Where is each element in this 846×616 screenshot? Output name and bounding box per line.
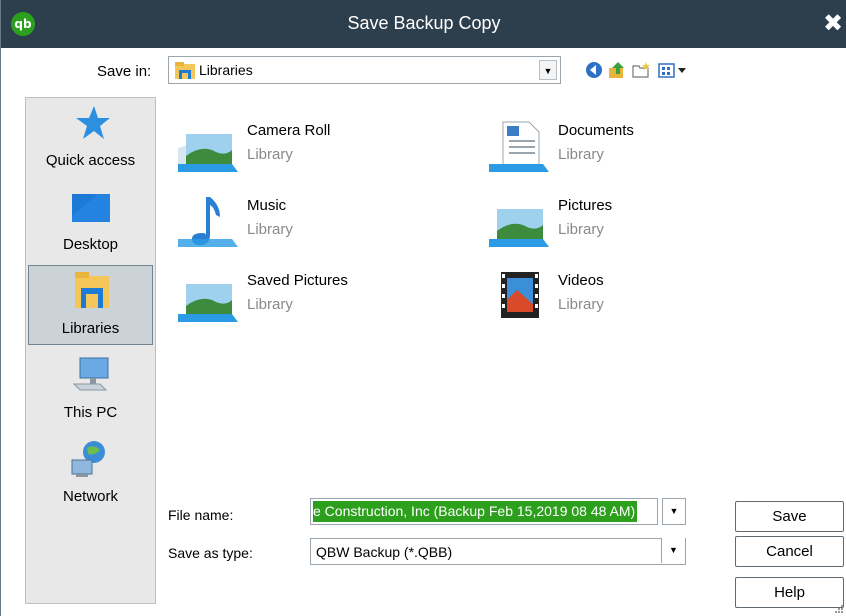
list-item-pictures[interactable]: Pictures Library (487, 195, 787, 265)
save-as-type-label: Save as type: (168, 545, 253, 561)
resize-grip-icon[interactable] (834, 604, 844, 614)
save-in-label: Save in: (97, 63, 152, 80)
place-label: Libraries (61, 320, 120, 337)
chevron-down-icon[interactable]: ▼ (539, 60, 557, 80)
save-backup-dialog: qb Save Backup Copy ✖ Save in: Libraries… (0, 0, 846, 616)
item-type: Library (558, 221, 604, 238)
list-item-documents[interactable]: Documents Library (487, 120, 787, 190)
place-label: Desktop (62, 236, 119, 253)
save-button[interactable]: Save (735, 501, 844, 532)
video-library-icon (501, 272, 539, 318)
place-label: This PC (63, 404, 118, 421)
picture-library-icon (178, 284, 238, 322)
close-button[interactable]: ✖ (821, 10, 845, 36)
item-name: Videos (558, 272, 604, 289)
place-label: Network (62, 488, 118, 505)
item-name: Documents (558, 122, 634, 139)
list-item-camera-roll[interactable]: Camera Roll Library (176, 120, 476, 190)
list-item-videos[interactable]: Videos Library (487, 270, 787, 340)
dialog-title: Save Backup Copy (347, 13, 501, 33)
star-icon (76, 106, 110, 139)
file-name-field[interactable]: e Construction, Inc (Backup Feb 15,2019 … (310, 498, 658, 525)
save-in-dropdown[interactable]: Libraries ▼ (168, 56, 561, 84)
file-name-value: e Construction, Inc (Backup Feb 15,2019 … (313, 501, 638, 522)
item-name: Pictures (558, 197, 613, 214)
item-type: Library (247, 221, 293, 238)
new-folder-icon[interactable] (631, 60, 651, 80)
save-as-type-value: QBW Backup (*.QBB) (316, 544, 453, 560)
place-label: Quick access (45, 152, 136, 169)
item-type: Library (558, 296, 604, 313)
item-type: Library (247, 146, 293, 163)
view-menu-icon[interactable] (657, 60, 697, 80)
picture-library-icon (489, 209, 549, 247)
file-name-label: File name: (168, 507, 234, 523)
network-icon (71, 441, 105, 477)
libraries-icon (175, 62, 195, 79)
file-list[interactable]: Camera Roll Library Documents Library Mu… (156, 97, 846, 477)
save-as-type-dropdown[interactable]: QBW Backup (*.QBB) ▼ (310, 538, 686, 565)
place-desktop[interactable]: Desktop (28, 182, 153, 262)
desktop-icon (72, 194, 110, 222)
list-item-saved-pictures[interactable]: Saved Pictures Library (176, 270, 476, 340)
file-name-dropdown-button[interactable]: ▼ (662, 498, 686, 525)
chevron-down-icon[interactable]: ▼ (661, 538, 685, 563)
place-quick-access[interactable]: Quick access (28, 98, 153, 178)
places-bar: Quick access Desktop Libraries This PC N… (25, 97, 156, 604)
place-libraries[interactable]: Libraries (28, 265, 153, 345)
title-bar[interactable]: qb Save Backup Copy ✖ (1, 0, 846, 48)
save-in-value: Libraries (199, 62, 253, 78)
documents-library-icon (489, 121, 549, 172)
item-name: Saved Pictures (247, 272, 348, 289)
up-folder-icon[interactable] (607, 60, 627, 80)
place-this-pc[interactable]: This PC (28, 350, 153, 430)
music-library-icon (178, 197, 238, 247)
item-type: Library (247, 296, 293, 313)
help-button[interactable]: Help (735, 577, 844, 608)
list-item-music[interactable]: Music Library (176, 195, 476, 265)
place-network[interactable]: Network (28, 434, 153, 514)
item-type: Library (558, 146, 604, 163)
back-icon[interactable] (584, 60, 604, 80)
item-name: Camera Roll (247, 122, 331, 139)
picture-library-icon (178, 134, 238, 172)
cancel-button[interactable]: Cancel (735, 536, 844, 567)
libraries-icon (75, 272, 109, 308)
item-name: Music (247, 197, 287, 214)
computer-icon (72, 357, 109, 391)
